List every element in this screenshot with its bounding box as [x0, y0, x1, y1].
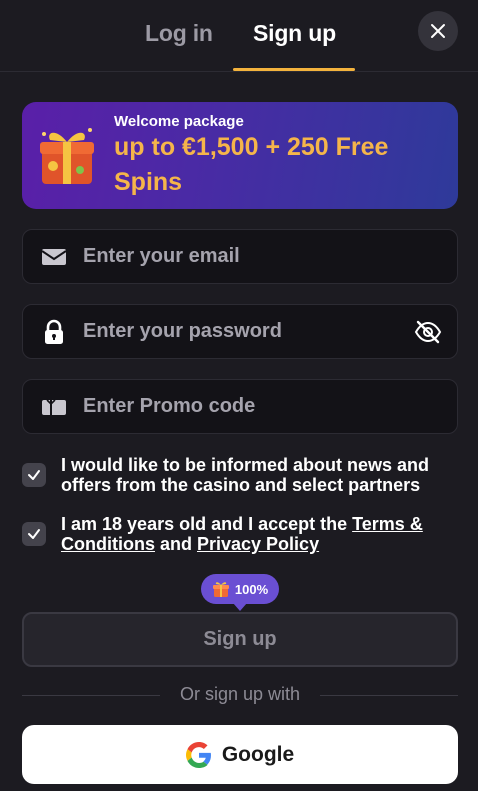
signup-submit-button[interactable]: Sign up: [22, 612, 458, 667]
ticket-icon: [42, 399, 66, 415]
email-input[interactable]: [83, 230, 403, 283]
promo-headline: up to €1,500 + 250 Free Spins: [114, 133, 389, 196]
bonus-badge: 100%: [201, 574, 279, 611]
gift-icon: [212, 582, 229, 597]
age-consent-middle: and: [154, 534, 197, 554]
gift-icon: [40, 128, 94, 184]
privacy-policy-link[interactable]: Privacy Policy: [197, 534, 319, 554]
close-button[interactable]: [418, 11, 458, 51]
lock-icon: [45, 319, 63, 344]
tab-login[interactable]: Log in: [145, 20, 213, 47]
promo-kicker: Welcome package: [114, 113, 244, 130]
google-icon: [185, 741, 211, 768]
close-icon: [431, 24, 445, 38]
eye-off-icon[interactable]: [414, 318, 442, 346]
news-consent-label: I would like to be informed about news a…: [61, 455, 430, 495]
active-tab-indicator: [233, 68, 355, 71]
age-consent-label: I am 18 years old and I accept the Terms…: [61, 514, 441, 554]
google-signup-button[interactable]: Google: [22, 725, 458, 784]
age-consent-prefix: I am 18 years old and I accept the: [61, 514, 353, 534]
age-consent-row: I am 18 years old and I accept the Terms…: [22, 514, 458, 556]
age-consent-checkbox[interactable]: [22, 522, 46, 546]
password-input[interactable]: [83, 305, 403, 358]
promo-code-field: [22, 379, 458, 434]
password-field: [22, 304, 458, 359]
envelope-icon: [41, 249, 67, 265]
divider-line-right: [320, 695, 458, 696]
auth-tabs-header: Log in Sign up: [0, 0, 478, 72]
tab-signup[interactable]: Sign up: [253, 20, 336, 47]
welcome-promo-banner: Welcome package up to €1,500 + 250 Free …: [22, 102, 458, 209]
check-icon: [28, 470, 40, 480]
news-consent-checkbox[interactable]: [22, 463, 46, 487]
bonus-percent: 100%: [234, 581, 269, 597]
check-icon: [28, 529, 40, 539]
google-button-label: Google: [221, 742, 295, 766]
email-field: [22, 229, 458, 284]
news-consent-row: I would like to be informed about news a…: [22, 455, 458, 497]
promo-code-input[interactable]: [83, 380, 403, 433]
social-divider: Or sign up with: [22, 684, 458, 708]
